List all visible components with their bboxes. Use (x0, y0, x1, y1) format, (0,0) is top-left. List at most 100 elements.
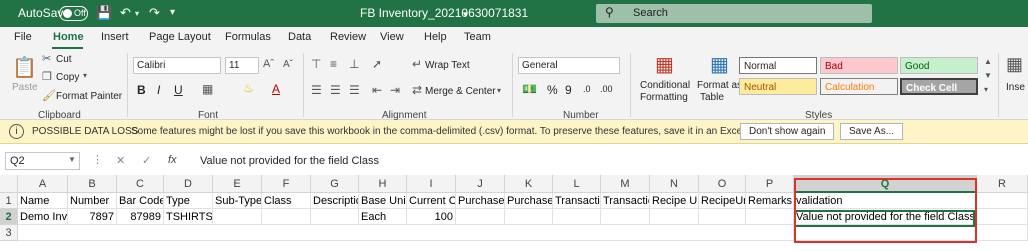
number-format-select[interactable]: General (518, 57, 620, 74)
merge-center-button[interactable]: Merge & Center (425, 86, 496, 97)
copy-button[interactable]: Copy (56, 72, 79, 83)
save-as-button[interactable]: Save As... (840, 123, 904, 140)
cell-c2[interactable]: 87989 (117, 209, 164, 225)
cell-e1[interactable]: Sub-Type (213, 193, 262, 209)
style-normal[interactable]: Normal (739, 57, 817, 74)
increase-indent-icon[interactable]: ⇥ (390, 83, 400, 97)
borders-icon[interactable]: ▦ (202, 82, 213, 96)
tab-home[interactable]: Home (53, 31, 84, 43)
cell-p1[interactable]: Remarks (746, 193, 794, 209)
insert-function-icon[interactable]: fx (168, 154, 177, 166)
cell-a1[interactable]: Name (18, 193, 68, 209)
insert-cells-button[interactable]: Inse (1006, 82, 1025, 93)
align-center-icon[interactable]: ☰ (330, 83, 341, 97)
column-header[interactable]: D (164, 175, 213, 193)
align-bottom-icon[interactable]: ⊥ (349, 57, 359, 71)
underline-icon[interactable]: U (174, 83, 183, 97)
cell-p2[interactable] (746, 209, 794, 225)
cell-m1[interactable]: Transactic (601, 193, 650, 209)
undo-dropdown-icon[interactable]: ▾ (135, 9, 139, 18)
cell-b2[interactable]: 7897 (68, 209, 117, 225)
cell-i2[interactable]: 100 (407, 209, 456, 225)
empty-row[interactable] (18, 225, 794, 241)
percent-style-icon[interactable]: % (547, 83, 558, 97)
align-middle-icon[interactable]: ≡ (330, 57, 337, 71)
styles-scroll-down-icon[interactable]: ▼ (984, 71, 992, 80)
format-as-table-label-2[interactable]: Table (700, 92, 724, 103)
tab-insert[interactable]: Insert (101, 31, 129, 43)
cancel-icon[interactable]: ✕ (116, 154, 125, 167)
cell-g1[interactable]: Descriptic (311, 193, 359, 209)
merge-dropdown-icon[interactable]: ▾ (497, 86, 501, 95)
format-painter-button[interactable]: Format Painter (56, 91, 122, 102)
cell-h1[interactable]: Base Unit (359, 193, 407, 209)
increase-font-size-icon[interactable]: Aˆ (263, 58, 274, 70)
column-header[interactable]: C (117, 175, 164, 193)
column-header[interactable]: N (650, 175, 699, 193)
font-size-select[interactable]: 11 (225, 57, 259, 74)
styles-scroll-up-icon[interactable]: ▲ (984, 57, 992, 66)
column-header[interactable]: B (68, 175, 117, 193)
column-header[interactable]: A (18, 175, 68, 193)
column-header[interactable]: O (699, 175, 746, 193)
tab-view[interactable]: View (380, 31, 404, 43)
increase-decimal-icon[interactable]: .0 (583, 84, 591, 94)
italic-icon[interactable]: I (157, 83, 160, 97)
cell-g2[interactable] (311, 209, 359, 225)
tab-help[interactable]: Help (424, 31, 447, 43)
cell-n1[interactable]: Recipe Un (650, 193, 699, 209)
cell-c1[interactable]: Bar Code (117, 193, 164, 209)
tab-team[interactable]: Team (464, 31, 491, 43)
accounting-format-icon[interactable]: 💵 (522, 82, 537, 96)
row-header-selected[interactable]: 2 (0, 209, 18, 225)
decrease-font-size-icon[interactable]: Aˇ (283, 59, 293, 70)
decrease-decimal-icon[interactable]: .00 (600, 84, 613, 94)
column-header[interactable]: M (601, 175, 650, 193)
conditional-formatting-label-1[interactable]: Conditional (640, 80, 690, 91)
column-header[interactable]: E (213, 175, 262, 193)
paste-icon[interactable]: 📋 (12, 55, 37, 80)
undo-icon[interactable]: ↶ (120, 5, 131, 21)
cell-m2[interactable] (601, 209, 650, 225)
wrap-text-button[interactable]: Wrap Text (425, 60, 470, 71)
align-right-icon[interactable]: ☰ (349, 83, 360, 97)
customize-toolbar-icon[interactable]: ▾ (170, 7, 175, 18)
tab-formulas[interactable]: Formulas (225, 31, 271, 43)
cell-r2[interactable] (977, 209, 1028, 225)
cell-o1[interactable]: RecipeUni (699, 193, 746, 209)
column-header[interactable]: J (456, 175, 505, 193)
title-dropdown-icon[interactable]: ▾ (463, 9, 468, 20)
fill-color-icon[interactable]: ♨ (243, 81, 254, 95)
column-header[interactable]: R (977, 175, 1028, 193)
cell-h2[interactable]: Each (359, 209, 407, 225)
name-box-dropdown-icon[interactable]: ▼ (68, 155, 76, 164)
cell-b1[interactable]: Number (68, 193, 117, 209)
column-header[interactable]: F (262, 175, 311, 193)
style-bad[interactable]: Bad (820, 57, 898, 74)
bold-icon[interactable]: B (137, 83, 146, 97)
cell-i1[interactable]: Current Cc (407, 193, 456, 209)
font-name-select[interactable]: Calibri (133, 57, 221, 74)
cell-k1[interactable]: PurchaseL (505, 193, 553, 209)
cell-f2[interactable] (262, 209, 311, 225)
cell-n2[interactable] (650, 209, 699, 225)
column-header[interactable]: I (407, 175, 456, 193)
row-header[interactable]: 1 (0, 193, 18, 209)
column-header[interactable]: K (505, 175, 553, 193)
style-check-cell[interactable]: Check Cell (900, 78, 978, 95)
style-good[interactable]: Good (900, 57, 978, 74)
tab-file[interactable]: File (14, 31, 32, 43)
tab-data[interactable]: Data (288, 31, 311, 43)
select-all-corner[interactable] (0, 175, 18, 193)
cell-e2[interactable] (213, 209, 262, 225)
cut-button[interactable]: Cut (56, 54, 72, 65)
paste-button[interactable]: Paste (12, 82, 38, 93)
autosave-toggle[interactable]: Off (59, 6, 88, 21)
cell-a2[interactable]: Demo Inv (18, 209, 68, 225)
formula-input[interactable]: Value not provided for the field Class (200, 155, 379, 167)
styles-more-icon[interactable]: ▾ (984, 85, 988, 94)
align-top-icon[interactable]: ⊤ (311, 57, 321, 71)
comma-style-icon[interactable]: 9 (565, 83, 572, 97)
format-as-table-label-1[interactable]: Format as (697, 80, 742, 91)
tab-review[interactable]: Review (330, 31, 366, 43)
